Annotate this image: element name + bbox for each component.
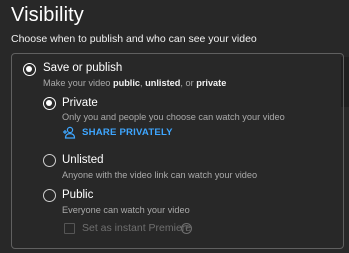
public-description: Everyone can watch your video — [62, 205, 190, 215]
private-label[interactable]: Private — [62, 97, 98, 109]
instant-premiere-checkbox[interactable] — [64, 223, 75, 234]
save-or-publish-label[interactable]: Save or publish — [43, 62, 122, 74]
public-label[interactable]: Public — [62, 189, 93, 201]
visibility-panel: Visibility Choose when to publish and wh… — [0, 0, 349, 253]
visibility-title: Visibility — [11, 4, 84, 26]
visibility-subtitle: Choose when to publish and who can see y… — [11, 33, 257, 45]
private-description: Only you and people you choose can watch… — [62, 112, 285, 122]
help-circle-icon[interactable]: ? — [181, 223, 192, 234]
share-privately-label: SHARE PRIVATELY — [82, 127, 173, 138]
person-add-icon — [63, 126, 76, 139]
save-or-publish-card: Save or publish Make your video public, … — [11, 53, 344, 249]
private-radio[interactable] — [43, 97, 56, 110]
save-or-publish-description: Make your video public, unlisted, or pri… — [43, 78, 227, 88]
unlisted-label[interactable]: Unlisted — [62, 154, 104, 166]
share-privately-button[interactable]: SHARE PRIVATELY — [62, 126, 173, 139]
public-radio[interactable] — [43, 189, 56, 202]
instant-premiere-label: Set as instant Premiere — [82, 222, 192, 234]
unlisted-radio[interactable] — [43, 154, 56, 167]
unlisted-description: Anyone with the video link can watch you… — [62, 170, 258, 180]
save-or-publish-radio[interactable] — [23, 63, 36, 76]
